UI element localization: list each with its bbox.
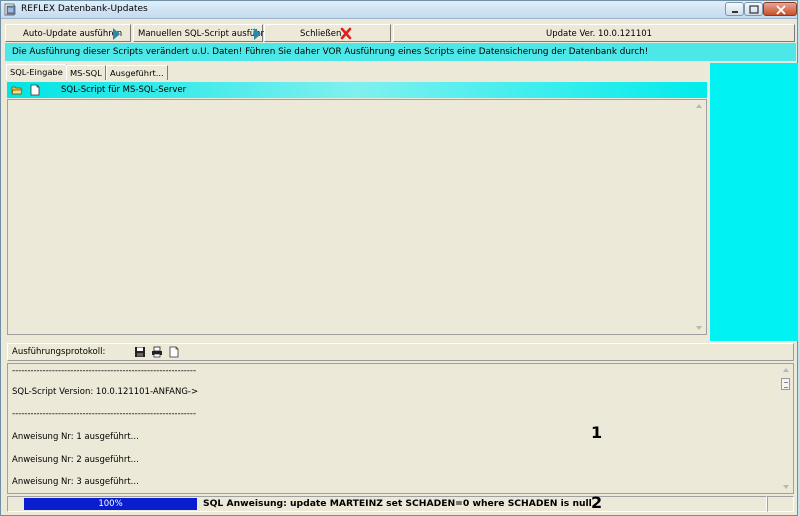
log-line: ----------------------------------------…: [12, 366, 197, 376]
log-scrollbar[interactable]: [779, 364, 793, 493]
scroll-up-arrow-icon[interactable]: [696, 104, 702, 108]
log-line: Anweisung Nr: 1 ausgeführt...: [12, 432, 139, 442]
auto-update-label: Auto-Update ausführen: [23, 29, 123, 39]
script-header-title: SQL-Script für MS-SQL-Server: [61, 85, 187, 95]
progress-bar: 100%: [24, 498, 197, 510]
close-window-button[interactable]: [763, 2, 797, 16]
log-title: Ausführungsprotokoll:: [12, 347, 106, 357]
app-icon: [4, 3, 16, 16]
version-label: Update Ver. 10.0.121101: [546, 29, 653, 39]
tab-sql-eingabe[interactable]: SQL-Eingabe: [6, 64, 67, 80]
execution-log[interactable]: ----------------------------------------…: [7, 363, 794, 494]
scroll-down-arrow-icon[interactable]: [696, 326, 702, 330]
sql-editor[interactable]: [7, 99, 707, 335]
close-label: Schließen: [300, 29, 342, 39]
log-line: Anweisung Nr: 3 ausgeführt...: [12, 477, 139, 487]
manual-sql-script-button[interactable]: Manuellen SQL-Script ausführen: [133, 24, 274, 42]
editor-scrollbar[interactable]: [692, 100, 706, 334]
annotation-marker-2: 2: [591, 493, 603, 512]
version-panel: Update Ver. 10.0.121101: [393, 24, 795, 42]
tab-ms-sql[interactable]: MS-SQL: [66, 65, 106, 80]
script-header: SQL-Script für MS-SQL-Server: [7, 82, 707, 98]
new-document-icon[interactable]: [29, 84, 41, 96]
red-x-icon: [340, 27, 352, 40]
side-panel: [710, 63, 798, 341]
scroll-up-arrow-icon[interactable]: [783, 368, 789, 372]
maximize-button[interactable]: [744, 2, 763, 16]
play-arrow-icon: [113, 28, 120, 40]
auto-update-button[interactable]: Auto-Update ausführen: [5, 24, 131, 42]
status-panel-right: [767, 496, 794, 512]
log-line: Anweisung Nr: 2 ausgeführt...: [12, 455, 139, 465]
new-document-icon[interactable]: [168, 346, 180, 358]
warning-banner: Die Ausführung dieser Scripts verändert …: [5, 43, 796, 61]
restore-icon: [749, 5, 759, 14]
status-bar: 100% SQL Anweisung: update MARTEINZ set …: [7, 496, 794, 512]
minimize-icon: [732, 11, 738, 13]
minimize-button[interactable]: [725, 2, 744, 16]
print-icon[interactable]: [151, 346, 163, 358]
log-header: Ausführungsprotokoll:: [7, 343, 794, 361]
scroll-thumb[interactable]: [781, 378, 790, 390]
main-window: REFLEX Datenbank-Updates Auto-Update aus…: [0, 0, 798, 516]
status-text: SQL Anweisung: update MARTEINZ set SCHAD…: [203, 498, 592, 509]
save-icon[interactable]: [134, 346, 146, 358]
tab-ausgefuehrt[interactable]: Ausgeführt...: [106, 65, 168, 80]
progress-label: 100%: [98, 499, 123, 509]
scroll-down-arrow-icon[interactable]: [783, 485, 789, 489]
open-folder-icon[interactable]: [11, 84, 23, 96]
log-line: ----------------------------------------…: [12, 409, 197, 419]
close-icon: [776, 5, 786, 15]
play-arrow-icon: [254, 28, 261, 40]
toolbar: Auto-Update ausführen Manuellen SQL-Scri…: [5, 24, 795, 42]
log-line: SQL-Script Version: 10.0.121101-ANFANG->: [12, 387, 199, 397]
title-bar[interactable]: REFLEX Datenbank-Updates: [1, 1, 797, 19]
annotation-marker-1: 1: [591, 423, 603, 442]
close-button[interactable]: Schließen: [264, 24, 391, 42]
window-title: REFLEX Datenbank-Updates: [21, 4, 148, 14]
